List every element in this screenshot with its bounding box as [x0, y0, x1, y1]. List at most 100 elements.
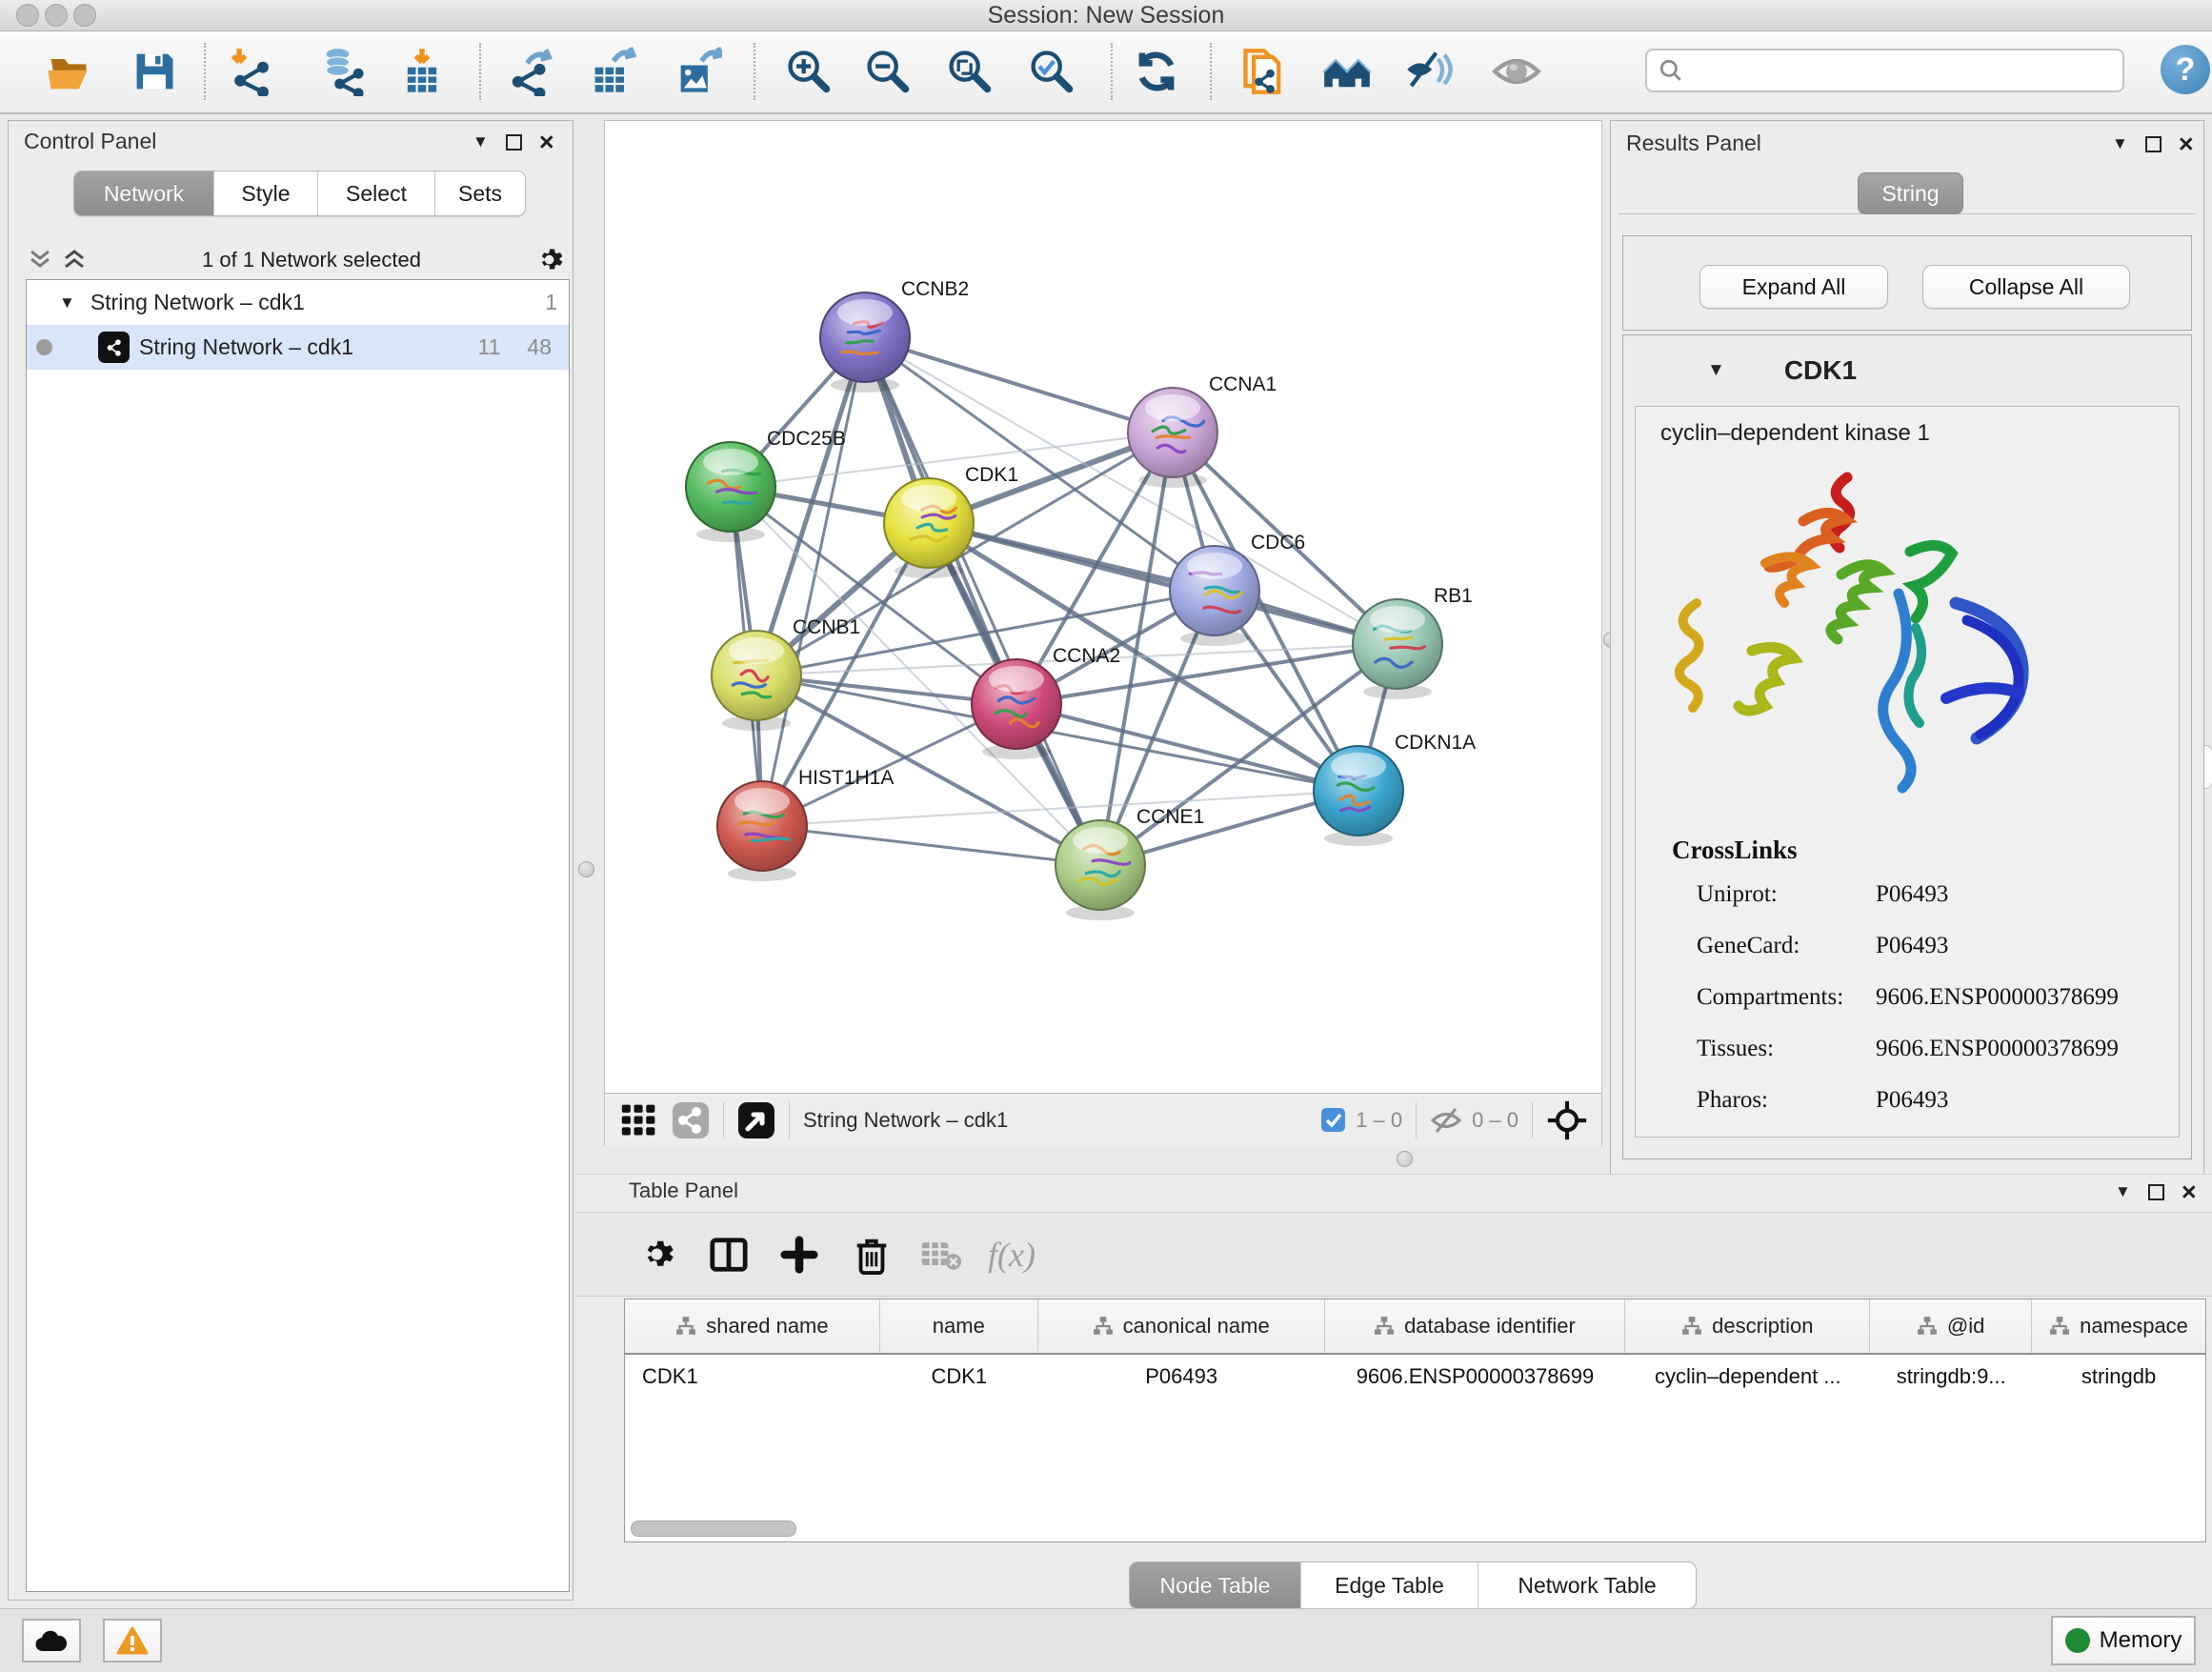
crosslink-pharos-link[interactable]: P06493 — [1876, 1087, 1948, 1114]
column-header[interactable]: namespace — [2032, 1299, 2205, 1353]
bottom-splitter-grip[interactable] — [1397, 1151, 1413, 1167]
help-button[interactable]: ? — [2161, 45, 2210, 94]
create-column-plus-icon[interactable] — [773, 1228, 826, 1281]
delete-table-icon[interactable] — [915, 1228, 968, 1281]
refresh-icon[interactable] — [1130, 45, 1183, 98]
left-splitter-grip[interactable] — [578, 861, 594, 877]
network-view-title: String Network – cdk1 — [803, 1108, 1008, 1133]
network-edge[interactable] — [762, 791, 1358, 826]
cell-name[interactable]: CDK1 — [880, 1364, 1038, 1389]
function-builder-icon[interactable]: f(x) — [985, 1228, 1038, 1281]
column-header[interactable]: description — [1625, 1299, 1870, 1353]
expand-all-icon[interactable] — [60, 248, 89, 272]
gene-section-header[interactable]: ▼ CDK1 — [1623, 335, 2191, 406]
tab-edge-table[interactable]: Edge Table — [1301, 1562, 1478, 1608]
open-session-icon[interactable] — [42, 45, 95, 98]
cell-description[interactable]: cyclin–dependent ... — [1625, 1364, 1870, 1389]
cell-database-identifier[interactable]: 9606.ENSP00000378699 — [1325, 1364, 1626, 1389]
zoom-in-icon[interactable] — [781, 45, 835, 98]
grid-view-icon[interactable] — [620, 1101, 658, 1139]
export-table-icon[interactable] — [585, 45, 638, 98]
cell-shared-name[interactable]: CDK1 — [625, 1364, 880, 1389]
tab-network[interactable]: Network — [74, 171, 214, 215]
cell-canonical-name[interactable]: P06493 — [1038, 1364, 1325, 1389]
panel-float-icon[interactable] — [2145, 136, 2162, 152]
memory-label: Memory — [2100, 1627, 2182, 1654]
gene-collapse-icon[interactable]: ▼ — [1707, 360, 1725, 381]
panel-menu-icon[interactable]: ▼ — [2112, 134, 2128, 153]
crosslink-uniprot-link[interactable]: P06493 — [1876, 881, 1948, 908]
panel-close-icon[interactable]: × — [2182, 1186, 2197, 1199]
delete-column-trash-icon[interactable] — [845, 1228, 898, 1281]
show-columns-icon[interactable] — [702, 1228, 755, 1281]
table-row[interactable]: CDK1 CDK1 P06493 9606.ENSP00000378699 cy… — [625, 1355, 2205, 1399]
network-node-RB1[interactable]: RB1 — [1353, 585, 1473, 699]
warnings-button[interactable] — [103, 1619, 162, 1662]
network-edge[interactable] — [762, 337, 865, 826]
network-edge[interactable] — [865, 337, 1100, 865]
export-image-icon[interactable] — [671, 45, 724, 98]
crosslink-tissues-link[interactable]: 9606.ENSP00000378699 — [1876, 1036, 2119, 1062]
panel-close-icon[interactable]: × — [2179, 138, 2194, 151]
open-in-window-icon[interactable] — [737, 1101, 775, 1139]
network-canvas[interactable]: CCNB2CCNA1CDC25BCDK1CDC6RB1CCNB1CCNA2CDK… — [605, 121, 1601, 1093]
tab-string[interactable]: String — [1858, 172, 1963, 214]
hide-labels-icon[interactable] — [1403, 45, 1457, 98]
hidden-eye-icon[interactable] — [1430, 1107, 1462, 1134]
search-input[interactable] — [1645, 49, 2124, 92]
export-network-icon[interactable] — [507, 45, 560, 98]
network-edge[interactable] — [762, 826, 1100, 865]
tab-node-table[interactable]: Node Table — [1130, 1562, 1301, 1608]
table-options-gear-icon[interactable] — [631, 1228, 684, 1281]
cloud-button[interactable] — [22, 1619, 81, 1662]
network-edge[interactable] — [865, 337, 1173, 433]
collapse-all-button[interactable]: Collapse All — [1922, 265, 2130, 309]
save-session-icon[interactable] — [128, 45, 181, 98]
network-node-CDK1[interactable]: CDK1 — [884, 464, 1018, 578]
column-header[interactable]: database identifier — [1325, 1299, 1626, 1353]
network-edge[interactable] — [929, 523, 1398, 644]
collapse-all-icon[interactable] — [26, 248, 54, 272]
selected-checkbox-icon[interactable] — [1320, 1107, 1346, 1133]
column-header[interactable]: name — [880, 1299, 1038, 1353]
string-network-badge-icon[interactable] — [672, 1101, 710, 1139]
cell-id[interactable]: stringdb:9... — [1870, 1364, 2032, 1389]
expand-all-button[interactable]: Expand All — [1699, 265, 1888, 309]
tab-style[interactable]: Style — [214, 171, 318, 215]
graphics-details-eye-icon[interactable] — [1490, 45, 1543, 98]
column-header[interactable]: @id — [1870, 1299, 2032, 1353]
column-header[interactable]: canonical name — [1038, 1299, 1325, 1353]
import-table-file-icon[interactable] — [395, 45, 449, 98]
network-view[interactable]: CCNB2CCNA1CDC25BCDK1CDC6RB1CCNB1CCNA2CDK… — [604, 120, 1602, 1146]
crosslink-compartments-link[interactable]: 9606.ENSP00000378699 — [1876, 984, 2119, 1011]
panel-close-icon[interactable]: × — [539, 136, 554, 149]
home-icon[interactable] — [1320, 45, 1374, 98]
network-node-CCNB2[interactable]: CCNB2 — [820, 278, 969, 393]
panel-menu-icon[interactable]: ▼ — [473, 132, 489, 151]
tab-select[interactable]: Select — [318, 171, 435, 215]
collection-expand-icon[interactable]: ▼ — [59, 293, 75, 312]
zoom-selected-icon[interactable] — [1024, 45, 1077, 98]
crosslink-genecard-link[interactable]: P06493 — [1876, 933, 1948, 959]
panel-float-icon[interactable] — [2148, 1184, 2164, 1200]
network-node-CCNA1[interactable]: CCNA1 — [1128, 373, 1277, 488]
panel-float-icon[interactable] — [506, 134, 522, 151]
tab-sets[interactable]: Sets — [435, 171, 525, 215]
import-network-database-icon[interactable] — [317, 45, 371, 98]
share-document-icon[interactable] — [1237, 45, 1291, 98]
panel-menu-icon[interactable]: ▼ — [2115, 1182, 2131, 1201]
table-horizontal-scrollbar[interactable] — [631, 1521, 796, 1537]
cell-namespace[interactable]: stringdb — [2032, 1364, 2205, 1389]
network-node-CDC6[interactable]: CDC6 — [1170, 532, 1305, 646]
network-node-HIST1H1A[interactable]: HIST1H1A — [717, 767, 894, 881]
network-collection-row[interactable]: ▼ String Network – cdk1 1 — [27, 280, 569, 325]
network-row-selected[interactable]: String Network – cdk1 11 48 — [27, 325, 569, 370]
network-options-gear-icon[interactable] — [534, 245, 565, 275]
import-network-file-icon[interactable] — [224, 45, 277, 98]
column-header[interactable]: shared name — [625, 1299, 880, 1353]
memory-button[interactable]: Memory — [2051, 1616, 2196, 1665]
zoom-fit-icon[interactable] — [942, 45, 995, 98]
tab-network-table[interactable]: Network Table — [1478, 1562, 1696, 1608]
birds-eye-crosshair-icon[interactable] — [1546, 1099, 1588, 1141]
zoom-out-icon[interactable] — [860, 45, 914, 98]
